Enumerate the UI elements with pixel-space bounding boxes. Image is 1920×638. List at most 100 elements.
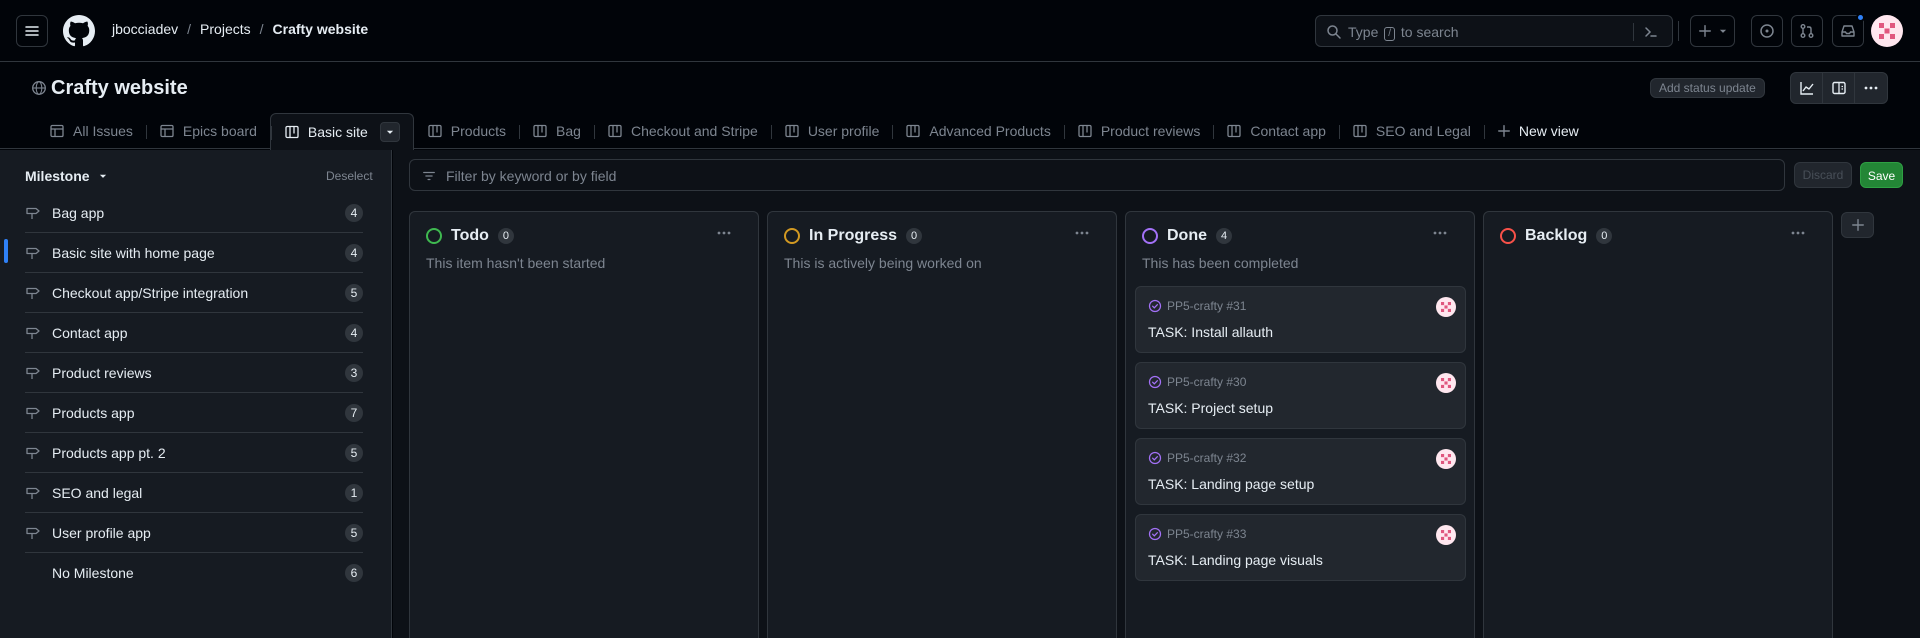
save-button[interactable]: Save xyxy=(1860,162,1903,188)
deselect-button[interactable]: Deselect xyxy=(326,169,373,183)
table-icon xyxy=(50,124,64,138)
inbox-icon xyxy=(1841,25,1855,37)
issue-card[interactable]: PP5-crafty #31 TASK: Install allauth xyxy=(1135,286,1466,353)
tab-epics-board[interactable]: Epics board xyxy=(145,113,270,149)
board-icon xyxy=(785,124,799,138)
identicon-icon xyxy=(1441,454,1451,464)
tab-contact-app[interactable]: Contact app xyxy=(1213,113,1339,149)
breadcrumb-project[interactable]: Crafty website xyxy=(273,21,369,37)
discard-button[interactable]: Discard xyxy=(1794,162,1852,188)
assignee-avatar[interactable] xyxy=(1436,373,1456,393)
sidebar-item-checkout[interactable]: Checkout app/Stripe integration 5 xyxy=(25,273,363,313)
tab-basic-site[interactable]: Basic site xyxy=(269,113,414,150)
issue-card[interactable]: PP5-crafty #32 TASK: Landing page setup xyxy=(1135,438,1466,505)
tab-products[interactable]: Products xyxy=(414,113,519,149)
tab-checkout-and-stripe[interactable]: Checkout and Stripe xyxy=(593,113,771,149)
issue-closed-icon xyxy=(1148,299,1162,313)
github-logo-icon[interactable] xyxy=(63,15,95,47)
sidebar-item-bag-app[interactable]: Bag app 4 xyxy=(25,193,363,233)
breadcrumb-separator: / xyxy=(259,21,264,37)
selected-indicator xyxy=(4,239,8,263)
column-menu-icon[interactable] xyxy=(1432,225,1448,241)
card-title[interactable]: TASK: Install allauth xyxy=(1148,324,1273,340)
tab-bag[interactable]: Bag xyxy=(519,113,594,149)
board-column-backlog: Backlog 0 xyxy=(1483,211,1833,638)
hamburger-icon xyxy=(25,26,39,36)
add-status-update-button[interactable]: Add status update xyxy=(1650,78,1765,98)
tab-seo-and-legal[interactable]: SEO and Legal xyxy=(1338,113,1484,149)
menu-button[interactable] xyxy=(16,15,48,47)
sidebar-item-label: Contact app xyxy=(52,324,128,341)
sidebar-item-count: 3 xyxy=(345,363,363,382)
board-icon xyxy=(533,124,547,138)
milestone-field-picker[interactable]: Milestone xyxy=(25,168,108,184)
sidebar-item-contact-app[interactable]: Contact app 4 xyxy=(25,313,363,353)
sidebar-item-products-app-pt2[interactable]: Products app pt. 2 5 xyxy=(25,433,363,473)
sidebar-item-products-app[interactable]: Products app 7 xyxy=(25,393,363,433)
board-icon xyxy=(285,125,299,139)
status-circle-icon xyxy=(426,228,442,244)
sidebar-item-count: 7 xyxy=(345,403,363,422)
card-meta: PP5-crafty #32 xyxy=(1148,451,1246,465)
board-column-todo: Todo 0 This item hasn't been started xyxy=(409,211,759,638)
assignee-avatar[interactable] xyxy=(1436,449,1456,469)
sidebar-item-basic-site[interactable]: Basic site with home page 4 xyxy=(25,233,363,273)
tab-user-profile[interactable]: User profile xyxy=(770,113,893,149)
column-menu-icon[interactable] xyxy=(716,225,732,241)
card-title[interactable]: TASK: Landing page visuals xyxy=(1148,552,1323,568)
plus-icon xyxy=(1497,125,1510,137)
sidebar-item-no-milestone[interactable]: No Milestone 6 xyxy=(25,553,363,593)
issue-card[interactable]: PP5-crafty #30 TASK: Project setup xyxy=(1135,362,1466,429)
card-ref[interactable]: PP5-crafty #31 xyxy=(1167,299,1246,313)
card-ref[interactable]: PP5-crafty #33 xyxy=(1167,527,1246,541)
card-title[interactable]: TASK: Landing page setup xyxy=(1148,476,1314,492)
global-header: jbocciadev / Projects / Crafty website T… xyxy=(0,0,1920,62)
tab-product-reviews[interactable]: Product reviews xyxy=(1063,113,1214,149)
column-header: Done 4 xyxy=(1142,227,1232,245)
sidebar-item-label: Products app pt. 2 xyxy=(52,444,166,461)
identicon-icon xyxy=(1441,302,1451,312)
column-description: This is actively being worked on xyxy=(784,255,982,271)
new-view-button[interactable]: New view xyxy=(1483,113,1592,149)
issue-closed-icon xyxy=(1148,527,1162,541)
sidebar-item-seo-and-legal[interactable]: SEO and legal 1 xyxy=(25,473,363,513)
milestone-icon xyxy=(26,447,40,459)
view-options-button[interactable] xyxy=(379,122,400,142)
milestone-icon xyxy=(26,327,40,339)
add-column-button[interactable] xyxy=(1841,212,1874,238)
status-circle-icon xyxy=(784,228,800,244)
column-title: Todo xyxy=(451,227,489,244)
board-icon xyxy=(1078,124,1092,138)
tab-all-issues[interactable]: All Issues xyxy=(36,113,146,149)
create-new-button[interactable] xyxy=(1690,15,1735,47)
side-panel-button[interactable] xyxy=(1823,73,1855,103)
tab-advanced-products[interactable]: Advanced Products xyxy=(892,113,1063,149)
board-icon xyxy=(1353,124,1367,138)
user-avatar[interactable] xyxy=(1871,15,1903,47)
issue-closed-icon xyxy=(1148,451,1162,465)
sidebar-item-product-reviews[interactable]: Product reviews 3 xyxy=(25,353,363,393)
issues-button[interactable] xyxy=(1751,15,1783,47)
column-menu-icon[interactable] xyxy=(1790,225,1806,241)
milestone-icon xyxy=(26,287,40,299)
assignee-avatar[interactable] xyxy=(1436,525,1456,545)
column-count: 0 xyxy=(1596,228,1613,244)
sidebar-item-count: 6 xyxy=(345,564,363,582)
triangle-down-icon xyxy=(1719,29,1726,33)
breadcrumb-projects[interactable]: Projects xyxy=(200,21,251,37)
card-ref[interactable]: PP5-crafty #30 xyxy=(1167,375,1246,389)
more-options-button[interactable] xyxy=(1855,73,1887,103)
issue-card[interactable]: PP5-crafty #33 TASK: Landing page visual… xyxy=(1135,514,1466,581)
column-menu-icon[interactable] xyxy=(1074,225,1090,241)
header-divider xyxy=(1678,21,1679,41)
breadcrumb-owner[interactable]: jbocciadev xyxy=(112,21,178,37)
filter-input[interactable]: Filter by keyword or by field xyxy=(409,159,1785,191)
assignee-avatar[interactable] xyxy=(1436,297,1456,317)
sidebar-item-user-profile-app[interactable]: User profile app 5 xyxy=(25,513,363,553)
search-input[interactable]: Type / to search xyxy=(1315,15,1673,47)
card-title[interactable]: TASK: Project setup xyxy=(1148,400,1273,416)
command-palette-icon[interactable] xyxy=(1643,24,1659,40)
pull-requests-button[interactable] xyxy=(1791,15,1823,47)
card-ref[interactable]: PP5-crafty #32 xyxy=(1167,451,1246,465)
insights-button[interactable] xyxy=(1791,73,1823,103)
